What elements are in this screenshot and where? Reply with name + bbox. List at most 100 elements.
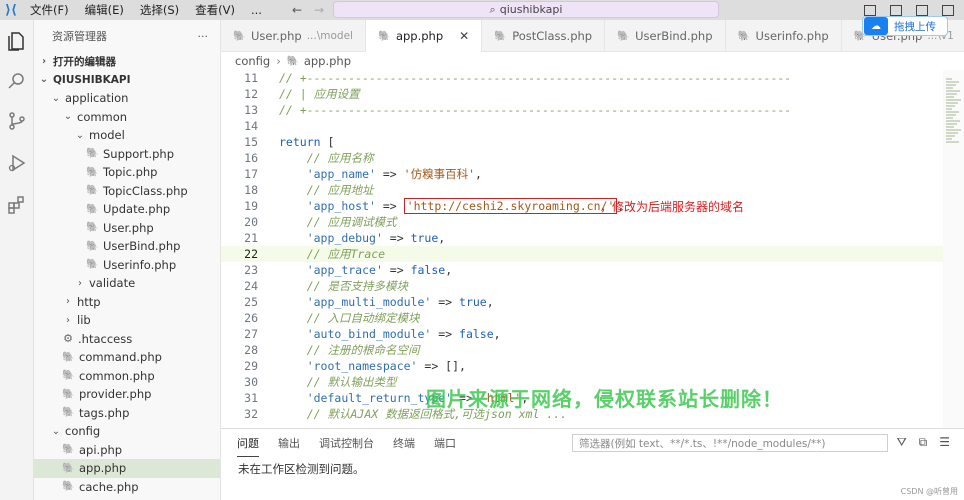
copy-icon[interactable]: ⧉ bbox=[919, 435, 928, 450]
tree-item[interactable]: 🐘 TopicClass.php bbox=[34, 182, 220, 201]
tree-item[interactable]: 🐘 UserBind.php bbox=[34, 237, 220, 256]
tree-item[interactable]: 🐘 User.php bbox=[34, 219, 220, 238]
tree-item[interactable]: ⌄ common bbox=[34, 108, 220, 127]
menu-item-0[interactable]: 文件(F) bbox=[22, 0, 77, 20]
tree-item[interactable]: 🐘 Update.php bbox=[34, 200, 220, 219]
code-token: => bbox=[431, 295, 460, 309]
command-center-search[interactable]: ⌕ qiushibkapi bbox=[333, 1, 719, 18]
toggle-panel-icon[interactable] bbox=[890, 4, 902, 16]
tree-item[interactable]: 🐘 provider.php bbox=[34, 385, 220, 404]
tree-item-label: .htaccess bbox=[78, 331, 133, 346]
tree-item[interactable]: 🐘 common.php bbox=[34, 367, 220, 386]
tree-item-label: tags.php bbox=[79, 405, 130, 420]
filter-icon[interactable]: ⛛ bbox=[897, 435, 907, 450]
panel-tab[interactable]: 终端 bbox=[393, 430, 415, 456]
menu-bar: 文件(F) 编辑(E) 选择(S) 查看(V)... bbox=[22, 0, 270, 20]
more-actions-icon[interactable]: ··· bbox=[198, 30, 209, 43]
customize-layout-icon[interactable] bbox=[942, 4, 954, 16]
line-number: 12 bbox=[244, 87, 258, 101]
tree-item[interactable]: › validate bbox=[34, 274, 220, 293]
code-text: // | 应用设置 bbox=[279, 86, 360, 102]
tree-item[interactable]: ⌄ config bbox=[34, 422, 220, 441]
editor-tab[interactable]: 🐘 UserBind.php bbox=[605, 20, 726, 52]
editor-tab[interactable]: 🐘 app.php ✕ bbox=[365, 20, 483, 52]
breadcrumb-file[interactable]: app.php bbox=[304, 54, 351, 68]
code-text: // 是否支持多模块 bbox=[279, 278, 408, 294]
tree-item[interactable]: 🐘 command.php bbox=[34, 348, 220, 367]
tree-item[interactable]: › lib bbox=[34, 311, 220, 330]
tree-item[interactable]: 🐘 tags.php bbox=[34, 404, 220, 423]
menu-item-4[interactable]: ... bbox=[243, 0, 270, 20]
tree-item[interactable]: ⌄ model bbox=[34, 126, 220, 145]
close-icon[interactable]: ✕ bbox=[459, 29, 469, 43]
tree-item[interactable]: ⚙ .htaccess bbox=[34, 330, 220, 349]
code-line: 12 // | 应用设置 bbox=[221, 86, 943, 102]
tree-item[interactable]: 🐘 Topic.php bbox=[34, 163, 220, 182]
minimap-line bbox=[946, 87, 953, 89]
code-line: 14 bbox=[221, 118, 943, 134]
tree-item-label: User.php bbox=[103, 220, 154, 235]
run-debug-icon[interactable] bbox=[6, 152, 28, 174]
line-number: 26 bbox=[244, 311, 258, 325]
toggle-sidebar-icon[interactable] bbox=[864, 4, 876, 16]
menu-item-1[interactable]: 编辑(E) bbox=[77, 0, 132, 20]
tree-item[interactable]: › http bbox=[34, 293, 220, 312]
tree-item[interactable]: 🐘 api.php bbox=[34, 441, 220, 460]
panel-tab[interactable]: 调试控制台 bbox=[319, 430, 374, 456]
problems-filter-input[interactable]: 筛选器(例如 text、**/*.ts、!**/node_modules/**) bbox=[572, 434, 888, 452]
tree-item[interactable]: 🐘 Support.php bbox=[34, 145, 220, 164]
menu-item-2[interactable]: 选择(S) bbox=[132, 0, 187, 20]
code-line: 21 'app_debug' => true, bbox=[221, 230, 943, 246]
php-file-icon: 🐘 bbox=[737, 30, 750, 42]
minimap-line bbox=[946, 132, 958, 134]
editor-tab[interactable]: 🐘 PostClass.php bbox=[482, 20, 606, 52]
minimap-line bbox=[946, 123, 957, 125]
line-number: 16 bbox=[244, 151, 258, 165]
panel-tab[interactable]: 端口 bbox=[434, 430, 456, 456]
tree-item[interactable]: 🐘 Userinfo.php bbox=[34, 256, 220, 275]
minimap[interactable] bbox=[943, 70, 964, 428]
search-icon[interactable] bbox=[6, 70, 28, 92]
back-arrow-icon[interactable]: ← bbox=[287, 3, 307, 17]
code-token: // 应用名称 bbox=[306, 151, 374, 165]
tree-item[interactable]: ⌄ application bbox=[34, 89, 220, 108]
search-text: qiushibkapi bbox=[499, 3, 563, 16]
tree-item-label: app.php bbox=[79, 461, 127, 476]
source-control-icon[interactable] bbox=[6, 110, 28, 132]
panel-tab[interactable]: 问题 bbox=[237, 430, 259, 457]
list-icon[interactable]: ☰ bbox=[939, 435, 950, 450]
code-token: => bbox=[375, 199, 404, 213]
php-file-icon: 🐘 bbox=[86, 185, 99, 197]
menu-item-3[interactable]: 查看(V) bbox=[187, 0, 243, 20]
upload-badge[interactable]: ☁ 拖拽上传 bbox=[862, 16, 948, 36]
forward-arrow-icon[interactable]: → bbox=[309, 3, 329, 17]
project-root[interactable]: ⌄ QIUSHIBKAPI bbox=[34, 71, 220, 90]
tree-item[interactable]: 🐘 cache.php bbox=[34, 478, 220, 497]
explorer-icon[interactable] bbox=[6, 30, 28, 52]
code-token: // 注册的根命名空间 bbox=[306, 343, 420, 357]
open-editors-section[interactable]: › 打开的编辑器 bbox=[34, 52, 220, 71]
code-text: // 默认输出类型 bbox=[279, 374, 397, 390]
code-text: // 应用调试模式 bbox=[279, 214, 397, 230]
minimap-line bbox=[946, 81, 959, 83]
code-token: => [], bbox=[417, 359, 466, 373]
breadcrumb-folder[interactable]: config bbox=[235, 54, 270, 68]
file-tree: ⌄ application ⌄ common ⌄ model 🐘 Support.php 🐘 To… bbox=[34, 89, 220, 496]
extensions-icon[interactable] bbox=[6, 194, 28, 216]
tree-item[interactable]: 🐘 app.php bbox=[34, 459, 220, 478]
code-line: 24 // 是否支持多模块 bbox=[221, 278, 943, 294]
code-editor[interactable]: 11 // +----------------------------------… bbox=[221, 70, 943, 428]
php-file-icon: 🐘 bbox=[86, 148, 99, 160]
minimap-line bbox=[946, 129, 961, 131]
panel-actions: ⛛ ⧉ ☰ bbox=[897, 435, 950, 450]
toggle-secondary-sidebar-icon[interactable] bbox=[916, 4, 928, 16]
chevron-down-icon: ⌄ bbox=[51, 92, 61, 104]
editor-tab[interactable]: 🐘 User.php ...\model bbox=[221, 20, 366, 52]
code-token: 'app_multi_module' bbox=[306, 295, 432, 309]
watermark-text: 图片来源于网络，侵权联系站长删除！ bbox=[426, 387, 783, 411]
editor-tab[interactable]: 🐘 Userinfo.php bbox=[726, 20, 842, 52]
panel-tab[interactable]: 输出 bbox=[278, 430, 300, 456]
